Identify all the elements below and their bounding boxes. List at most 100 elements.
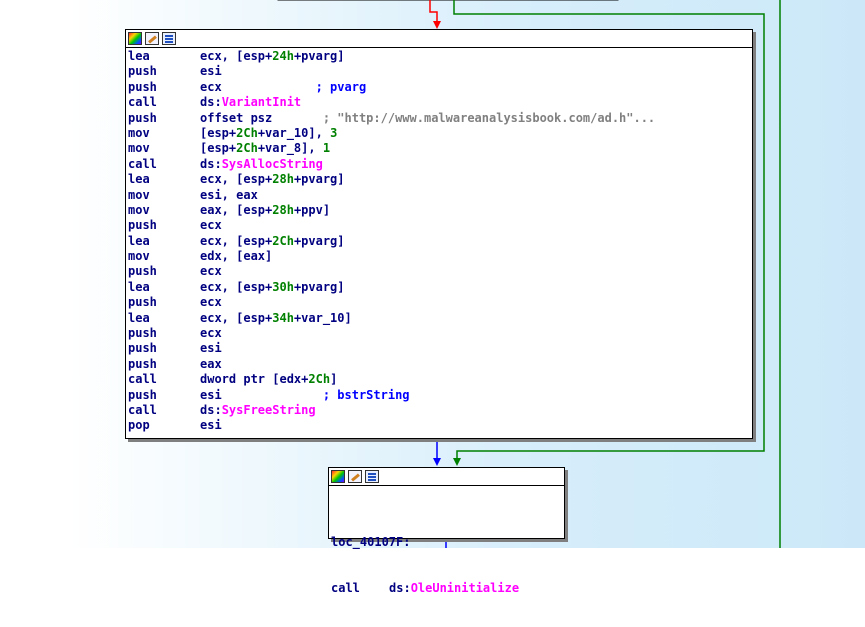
operand: ds: xyxy=(200,402,222,417)
operand: ecx, [esp+ xyxy=(200,233,273,248)
instruction-line[interactable]: push esi xyxy=(128,64,752,79)
api-name[interactable]: OleUninitialize xyxy=(411,581,519,596)
operand: +pvarg] xyxy=(293,49,345,63)
instruction-line[interactable]: call ds: VariantInit xyxy=(128,95,752,110)
instruction-line[interactable]: lea ecx, [esp+ 24h +pvarg] xyxy=(128,49,752,64)
instruction-line[interactable]: push eax xyxy=(128,357,752,372)
block-header xyxy=(126,30,752,48)
api-name[interactable]: VariantInit xyxy=(222,95,301,110)
false-branch-arrowhead xyxy=(433,21,441,29)
operand: esi xyxy=(200,387,323,402)
mnemonic: push xyxy=(128,341,157,356)
instruction-line[interactable]: push ecx xyxy=(128,295,752,310)
operand: ecx xyxy=(200,295,222,310)
exit-listing[interactable]: loc_40107F: call ds: OleUninitialize xyxy=(329,486,564,627)
mnemonic: lea xyxy=(128,279,150,294)
instruction-line[interactable]: mov esi, eax xyxy=(128,188,752,203)
mnemonic: call xyxy=(128,372,157,387)
instruction-line[interactable]: push offset psz ; "http://www.malwareanal… xyxy=(128,111,752,126)
mnemonic: call xyxy=(128,156,157,171)
api-name[interactable]: SysAllocString xyxy=(222,157,323,172)
operand: ds: xyxy=(200,156,222,171)
operand: dword ptr [edx+ xyxy=(200,372,309,387)
mnemonic: lea xyxy=(128,233,150,248)
instruction-line[interactable]: push ecx ; pvarg xyxy=(128,80,752,95)
false-branch-edge xyxy=(429,0,438,22)
instruction-line[interactable]: lea ecx, [esp+ 30h +pvarg] xyxy=(128,280,752,295)
numeric-operand: 28h xyxy=(272,202,294,217)
operand: +var_8], xyxy=(257,141,323,156)
rename-icon[interactable] xyxy=(145,32,159,45)
color-palette-icon[interactable] xyxy=(331,470,345,483)
mnemonic: push xyxy=(128,295,157,310)
graph-overview-icon[interactable] xyxy=(365,470,379,483)
graph-overview-icon[interactable] xyxy=(162,32,176,45)
api-name[interactable]: SysFreeString xyxy=(222,403,316,418)
operand: +pvarg] xyxy=(293,233,345,248)
instruction-line[interactable]: lea ecx, [esp+ 28h +pvarg] xyxy=(128,172,752,187)
mnemonic: push xyxy=(128,64,157,79)
instruction-line[interactable]: push ecx xyxy=(128,326,752,341)
disassembly-listing[interactable]: lea ecx, [esp+ 24h +pvarg] push esi push ecx ; … xyxy=(126,48,752,434)
operand: [esp+ xyxy=(200,141,237,156)
instruction-line[interactable]: call dword ptr [edx+ 2Ch] xyxy=(128,372,752,387)
operand: esi xyxy=(200,341,222,356)
numeric-operand: 2Ch xyxy=(272,233,294,248)
mnemonic: lea xyxy=(128,310,150,325)
instruction-line[interactable]: mov [esp+ 2Ch +var_10], 3 xyxy=(128,126,752,141)
mnemonic: push xyxy=(128,387,157,402)
comment: ; pvarg xyxy=(315,79,367,94)
operand: offset psz xyxy=(200,110,323,125)
instruction-line[interactable]: push esi xyxy=(128,341,752,356)
operand: edx, [eax] xyxy=(200,249,273,264)
operand-prefix: ds: xyxy=(389,581,411,596)
instruction-line[interactable]: lea ecx, [esp+ 34h +var_10] xyxy=(128,311,752,326)
mnemonic: push xyxy=(128,356,157,371)
exit-code-block[interactable]: loc_40107F: call ds: OleUninitialize xyxy=(328,467,565,595)
mnemonic: call xyxy=(331,581,360,596)
mnemonic: mov xyxy=(128,125,150,140)
mnemonic: mov xyxy=(128,187,150,202)
graph-canvas[interactable]: lea ecx, [esp+ 24h +pvarg] push esi push ecx ; … xyxy=(0,0,865,595)
numeric-operand: 30h xyxy=(272,279,294,294)
instruction-line[interactable]: call ds: OleUninitialize xyxy=(331,581,564,596)
instruction-line[interactable]: lea ecx, [esp+ 2Ch +pvarg] xyxy=(128,234,752,249)
numeric-operand: 1 xyxy=(322,141,331,156)
operand: +var_10] xyxy=(293,310,352,325)
instruction-line[interactable]: mov eax, [esp+ 28h +ppv] xyxy=(128,203,752,218)
instruction-line[interactable]: mov edx, [eax] xyxy=(128,249,752,264)
operand: ecx, [esp+ xyxy=(200,310,273,325)
operand: ecx, [esp+ xyxy=(200,279,273,294)
instruction-line[interactable]: mov [esp+ 2Ch +var_8], 1 xyxy=(128,141,752,156)
instruction-line[interactable]: push esi ; bstrString xyxy=(128,388,752,403)
mnemonic: push xyxy=(128,326,157,341)
mnemonic: mov xyxy=(128,249,150,264)
color-palette-icon[interactable] xyxy=(128,32,142,45)
operand: +ppv] xyxy=(293,202,331,217)
fallthrough-arrowhead xyxy=(433,458,441,466)
mnemonic: lea xyxy=(128,49,150,63)
mnemonic: call xyxy=(128,95,157,110)
instruction-line[interactable]: call ds: SysFreeString xyxy=(128,403,752,418)
mnemonic: push xyxy=(128,110,157,125)
operand: ecx, [esp+ xyxy=(200,49,273,63)
operand: ecx xyxy=(200,218,222,233)
operand: ecx xyxy=(200,264,222,279)
operand: [esp+ xyxy=(200,125,237,140)
true-branch-arrowhead xyxy=(453,458,461,466)
numeric-operand: 34h xyxy=(272,310,294,325)
mnemonic: mov xyxy=(128,141,150,156)
instruction-line[interactable]: pop esi xyxy=(128,418,752,433)
operand: eax xyxy=(200,356,222,371)
operand: ds: xyxy=(200,95,222,110)
instruction-line[interactable]: call ds: SysAllocString xyxy=(128,157,752,172)
main-code-block[interactable]: lea ecx, [esp+ 24h +pvarg] push esi push ecx ; … xyxy=(125,29,753,439)
mnemonic: mov xyxy=(128,202,150,217)
mnemonic: call xyxy=(128,402,157,417)
operand: esi xyxy=(200,64,222,79)
operand: ecx, [esp+ xyxy=(200,172,273,187)
rename-icon[interactable] xyxy=(348,470,362,483)
instruction-line[interactable]: push ecx xyxy=(128,264,752,279)
instruction-line[interactable]: push ecx xyxy=(128,218,752,233)
comment: ; "http://www.malwareanalysisbook.com/ad… xyxy=(322,110,656,125)
